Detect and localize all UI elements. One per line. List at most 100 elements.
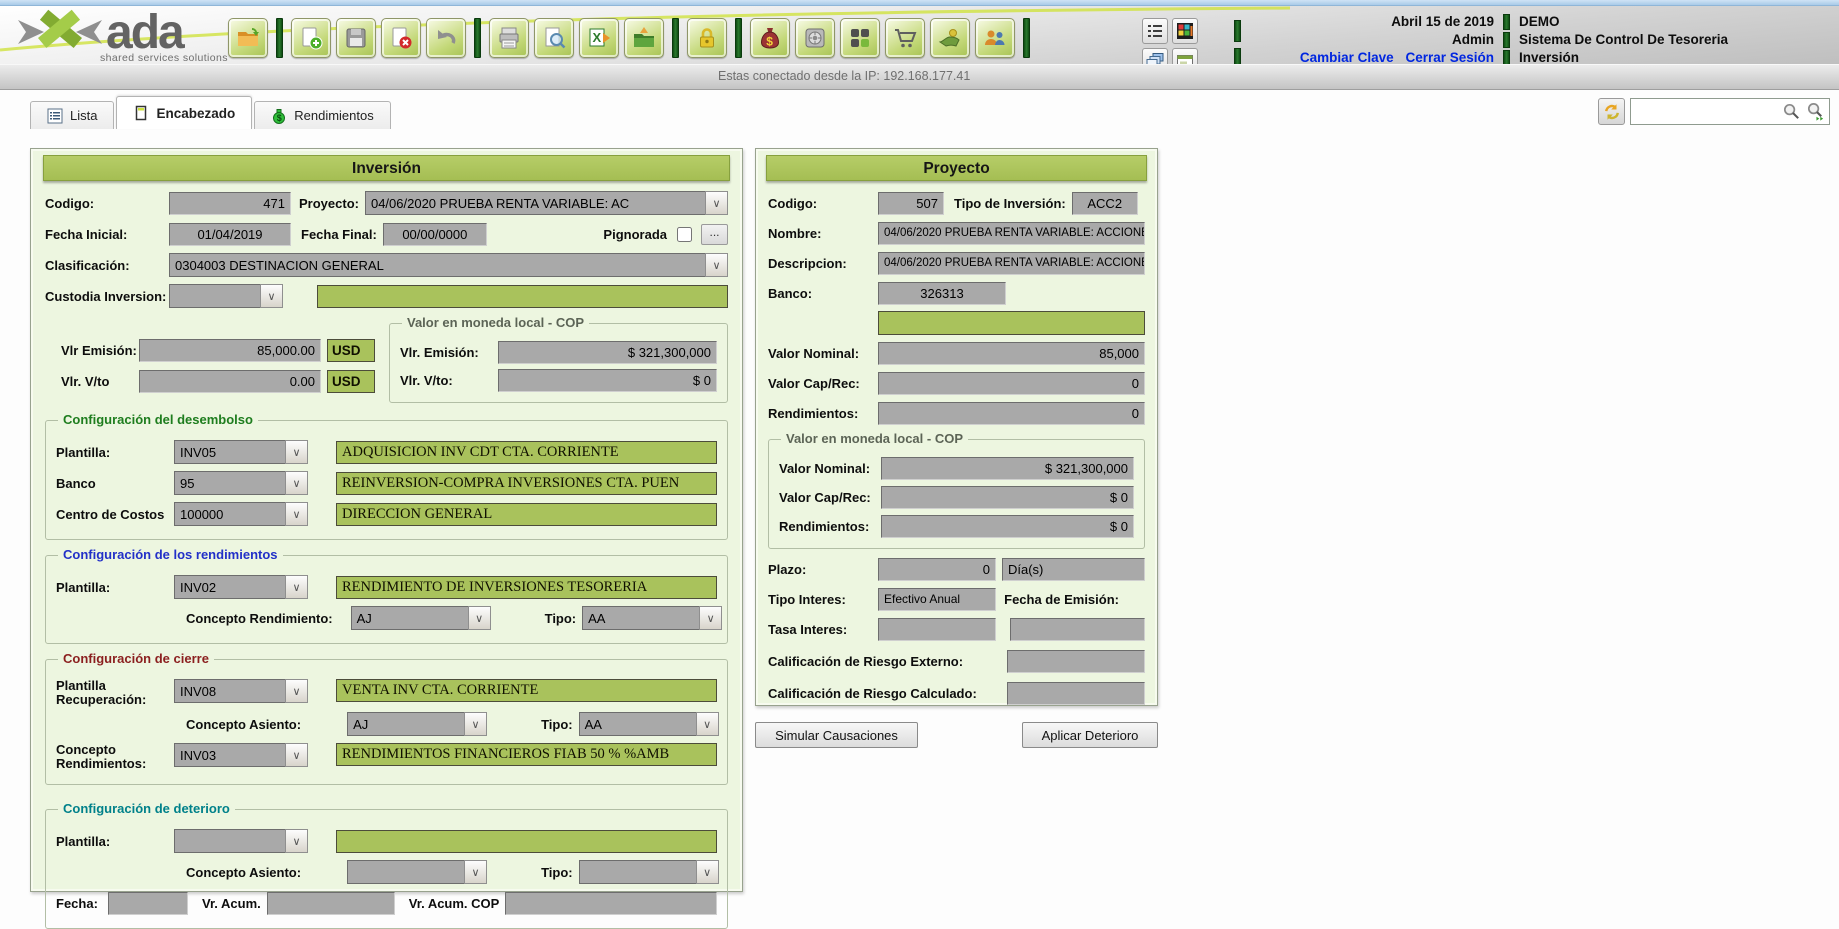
- menu-list-button[interactable]: [1142, 18, 1168, 44]
- chevron-down-icon[interactable]: ∨: [285, 829, 308, 853]
- users-button[interactable]: [975, 18, 1015, 58]
- session-system: Sistema De Control De Tesoreria: [1519, 32, 1819, 48]
- desembolso-banco-select[interactable]: 95∨: [174, 471, 308, 495]
- tasa-interes-label: Tasa Interes:: [768, 622, 872, 637]
- safe-button[interactable]: [795, 18, 835, 58]
- cart-button[interactable]: [885, 18, 925, 58]
- deterioro-tipo-select[interactable]: ∨: [579, 860, 719, 884]
- preview-icon: [541, 25, 567, 51]
- chevron-down-icon[interactable]: ∨: [260, 284, 283, 308]
- cop-vlr-vto-field[interactable]: $ 0: [498, 369, 717, 392]
- import-button[interactable]: [624, 18, 664, 58]
- toolbar-separator: [474, 18, 481, 58]
- inversion-cop-group-title: Valor en moneda local - COP: [402, 315, 589, 330]
- proyecto-select[interactable]: 04/06/2020 PRUEBA RENTA VARIABLE: AC∨: [365, 191, 728, 215]
- rendimientos-plantilla-select[interactable]: INV02∨: [174, 575, 308, 599]
- palette-grid-button[interactable]: [1172, 18, 1198, 44]
- fecha-inicial-field[interactable]: 01/04/2019: [169, 223, 291, 246]
- clasificacion-select[interactable]: 0304003 DESTINACION GENERAL∨: [169, 253, 728, 277]
- excel-export-button[interactable]: X: [579, 18, 619, 58]
- aplicar-deterioro-button[interactable]: Aplicar Deterioro: [1022, 722, 1158, 748]
- advanced-search-icon[interactable]: [1805, 101, 1826, 122]
- toolbar-separator-pair: [1234, 20, 1241, 70]
- lock-button[interactable]: [687, 18, 727, 58]
- chevron-down-icon[interactable]: ∨: [285, 440, 308, 464]
- tasa-interes-field[interactable]: [878, 618, 996, 641]
- chevron-down-icon[interactable]: ∨: [705, 253, 728, 277]
- chevron-down-icon[interactable]: ∨: [285, 575, 308, 599]
- cierre-tipo-select[interactable]: AA∨: [579, 712, 719, 736]
- pignorada-checkbox[interactable]: [677, 227, 692, 242]
- cierre-tipo-label: Tipo:: [541, 717, 573, 732]
- payments-button[interactable]: [930, 18, 970, 58]
- chevron-down-icon[interactable]: ∨: [705, 191, 728, 215]
- modules-button[interactable]: [840, 18, 880, 58]
- chevron-down-icon[interactable]: ∨: [464, 860, 487, 884]
- chevron-down-icon[interactable]: ∨: [696, 712, 719, 736]
- cierre-concepto-asiento-select[interactable]: AJ∨: [347, 712, 487, 736]
- deterioro-fecha-field[interactable]: [108, 892, 188, 915]
- tab-encabezado[interactable]: Encabezado: [116, 96, 252, 129]
- chevron-down-icon[interactable]: ∨: [468, 606, 491, 630]
- preview-button[interactable]: [534, 18, 574, 58]
- import-folder-icon: [631, 25, 657, 51]
- delete-button[interactable]: [381, 18, 421, 58]
- proyecto-cop-group: Valor en moneda local - COP Valor Nomina…: [768, 439, 1145, 549]
- delete-document-icon: [388, 25, 414, 51]
- session-user: Admin: [1300, 32, 1494, 48]
- cierre-concepto-rendimientos-select[interactable]: INV03∨: [174, 743, 308, 767]
- concepto-rendimiento-select[interactable]: AJ∨: [351, 606, 491, 630]
- tab-rendimientos[interactable]: $ Rendimientos: [254, 101, 391, 129]
- refresh-button[interactable]: [1598, 98, 1625, 125]
- desembolso-centro-select[interactable]: 100000∨: [174, 502, 308, 526]
- list-icon: [47, 108, 63, 124]
- desembolso-plantilla-select[interactable]: INV05∨: [174, 440, 308, 464]
- proyecto-extra-field: [878, 311, 1145, 335]
- chevron-down-icon[interactable]: ∨: [285, 679, 308, 703]
- open-button[interactable]: [228, 18, 268, 58]
- riesgo-externo-field: [1007, 650, 1145, 673]
- custodia-select[interactable]: ∨: [169, 284, 283, 308]
- cop-vlr-emision-field[interactable]: $ 321,300,000: [498, 341, 717, 364]
- proyecto-codigo-field: 507: [878, 192, 944, 215]
- deterioro-plantilla-select[interactable]: ∨: [174, 829, 308, 853]
- vlr-vto-field[interactable]: 0.00: [139, 370, 321, 393]
- save-button[interactable]: [336, 18, 376, 58]
- fecha-emision-field[interactable]: [1010, 618, 1145, 641]
- chevron-down-icon[interactable]: ∨: [699, 606, 722, 630]
- fecha-final-field[interactable]: 00/00/0000: [383, 223, 487, 246]
- proyecto-rendimientos-label: Rendimientos:: [768, 406, 872, 421]
- search-icon[interactable]: [1781, 101, 1802, 122]
- logout-link[interactable]: Cerrar Sesión: [1405, 50, 1494, 65]
- new-button[interactable]: [291, 18, 331, 58]
- change-password-link[interactable]: Cambiar Clave: [1300, 50, 1394, 65]
- valor-nominal-field: 85,000: [878, 342, 1145, 365]
- cop-vlr-vto-label: Vlr. V/to:: [400, 373, 492, 388]
- ada-logo-icon: ada: [14, 6, 236, 58]
- cierre-plantilla-select[interactable]: INV08∨: [174, 679, 308, 703]
- deterioro-concepto-asiento-select[interactable]: ∨: [347, 860, 487, 884]
- vlr-emision-field[interactable]: 85,000.00: [139, 339, 321, 362]
- deterioro-vr-acum-cop-label: Vr. Acum. COP: [409, 896, 500, 911]
- money-bag-icon: $: [271, 108, 287, 124]
- vlr-emision-currency: USD: [327, 339, 375, 362]
- more-options-button[interactable]: ...: [701, 224, 728, 245]
- chevron-down-icon[interactable]: ∨: [285, 502, 308, 526]
- deterioro-vr-acum-cop-field[interactable]: [505, 892, 717, 915]
- chevron-down-icon[interactable]: ∨: [696, 860, 719, 884]
- plazo-unit-field: Día(s): [1002, 558, 1145, 581]
- chevron-down-icon[interactable]: ∨: [285, 471, 308, 495]
- undo-button[interactable]: [426, 18, 466, 58]
- money-bag-button[interactable]: $: [750, 18, 790, 58]
- deterioro-group: Configuración de deterioro Plantilla: ∨ …: [45, 809, 728, 929]
- tab-lista[interactable]: Lista: [30, 101, 114, 129]
- chevron-down-icon[interactable]: ∨: [285, 743, 308, 767]
- rendimientos-tipo-select[interactable]: AA∨: [582, 606, 722, 630]
- tipo-inversion-field: ACC2: [1072, 192, 1138, 215]
- codigo-field[interactable]: 471: [169, 192, 291, 215]
- print-button[interactable]: [489, 18, 529, 58]
- fecha-inicial-label: Fecha Inicial:: [45, 227, 163, 242]
- deterioro-vr-acum-field[interactable]: [267, 892, 395, 915]
- chevron-down-icon[interactable]: ∨: [464, 712, 487, 736]
- simular-causaciones-button[interactable]: Simular Causaciones: [755, 722, 918, 748]
